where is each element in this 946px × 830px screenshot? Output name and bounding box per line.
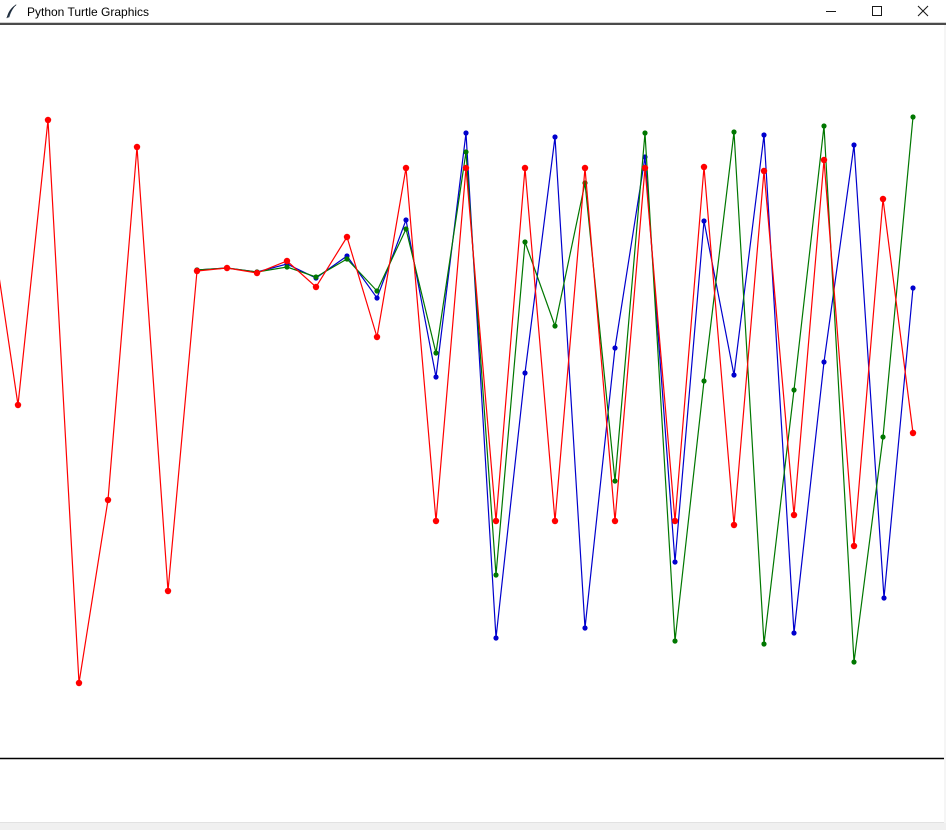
minimize-button[interactable] [808,0,854,22]
red-data-point [701,164,707,170]
blue-data-point [910,285,915,290]
blue-data-point [881,595,886,600]
red-data-point [612,518,618,524]
green-data-point [552,323,557,328]
red-data-point [45,117,51,123]
blue-data-point [552,134,557,139]
blue-data-point [522,370,527,375]
green-data-point [672,638,677,643]
green-data-point [522,239,527,244]
blue-data-point [433,374,438,379]
red-data-point [15,402,21,408]
red-series-line [0,120,913,683]
red-data-point [493,518,499,524]
window-frame-bottom [0,822,946,830]
green-data-point [284,264,289,269]
green-data-point [612,478,617,483]
red-data-point [672,518,678,524]
turtle-canvas [0,0,946,830]
blue-data-point [403,217,408,222]
blue-data-point [821,359,826,364]
blue-data-point [701,218,706,223]
window-title: Python Turtle Graphics [27,4,149,19]
red-data-point [731,522,737,528]
red-data-point [76,680,82,686]
red-data-point [761,168,767,174]
turtle-graphics-window: Python Turtle Graphics [0,0,946,830]
red-data-point [821,157,827,163]
red-data-point [134,144,140,150]
maximize-icon [871,5,883,17]
blue-data-point [851,142,856,147]
green-data-point [493,572,498,577]
blue-data-point [791,630,796,635]
green-data-point [791,387,796,392]
titlebar-divider-dark [0,23,946,25]
red-data-point [910,430,916,436]
red-data-point [105,497,111,503]
green-data-point [821,123,826,128]
red-data-point [403,165,409,171]
green-data-point [374,288,379,293]
red-data-point [880,196,886,202]
red-data-point [851,543,857,549]
blue-data-point [374,295,379,300]
blue-data-point [612,345,617,350]
minimize-icon [825,5,837,17]
green-data-point [910,114,915,119]
red-data-point [552,518,558,524]
red-data-point [642,165,648,171]
green-data-point [344,256,349,261]
red-data-point [194,268,200,274]
red-data-point [522,165,528,171]
green-data-point [433,350,438,355]
green-data-point [851,659,856,664]
maximize-button[interactable] [854,0,900,22]
close-icon [917,5,929,17]
red-data-point [433,518,439,524]
window-controls [808,0,946,22]
blue-series-line [197,133,913,638]
green-data-point [731,129,736,134]
green-data-point [642,130,647,135]
green-data-point [403,226,408,231]
green-data-point [313,274,318,279]
red-data-point [463,165,469,171]
green-data-point [761,641,766,646]
blue-data-point [493,635,498,640]
blue-data-point [731,372,736,377]
green-data-point [880,434,885,439]
red-data-point [374,334,380,340]
tk-feather-icon [5,4,18,19]
blue-data-point [672,559,677,564]
red-data-point [791,512,797,518]
green-series-line [197,117,913,662]
red-data-point [582,165,588,171]
red-data-point [224,265,230,271]
red-data-point [344,234,350,240]
title-bar[interactable]: Python Turtle Graphics [0,0,946,22]
green-data-point [701,378,706,383]
red-data-point [313,284,319,290]
red-data-point [165,588,171,594]
blue-data-point [463,130,468,135]
blue-data-point [582,625,587,630]
green-data-point [463,149,468,154]
blue-data-point [761,132,766,137]
close-button[interactable] [900,0,946,22]
red-data-point [284,258,290,264]
red-data-point [254,270,260,276]
